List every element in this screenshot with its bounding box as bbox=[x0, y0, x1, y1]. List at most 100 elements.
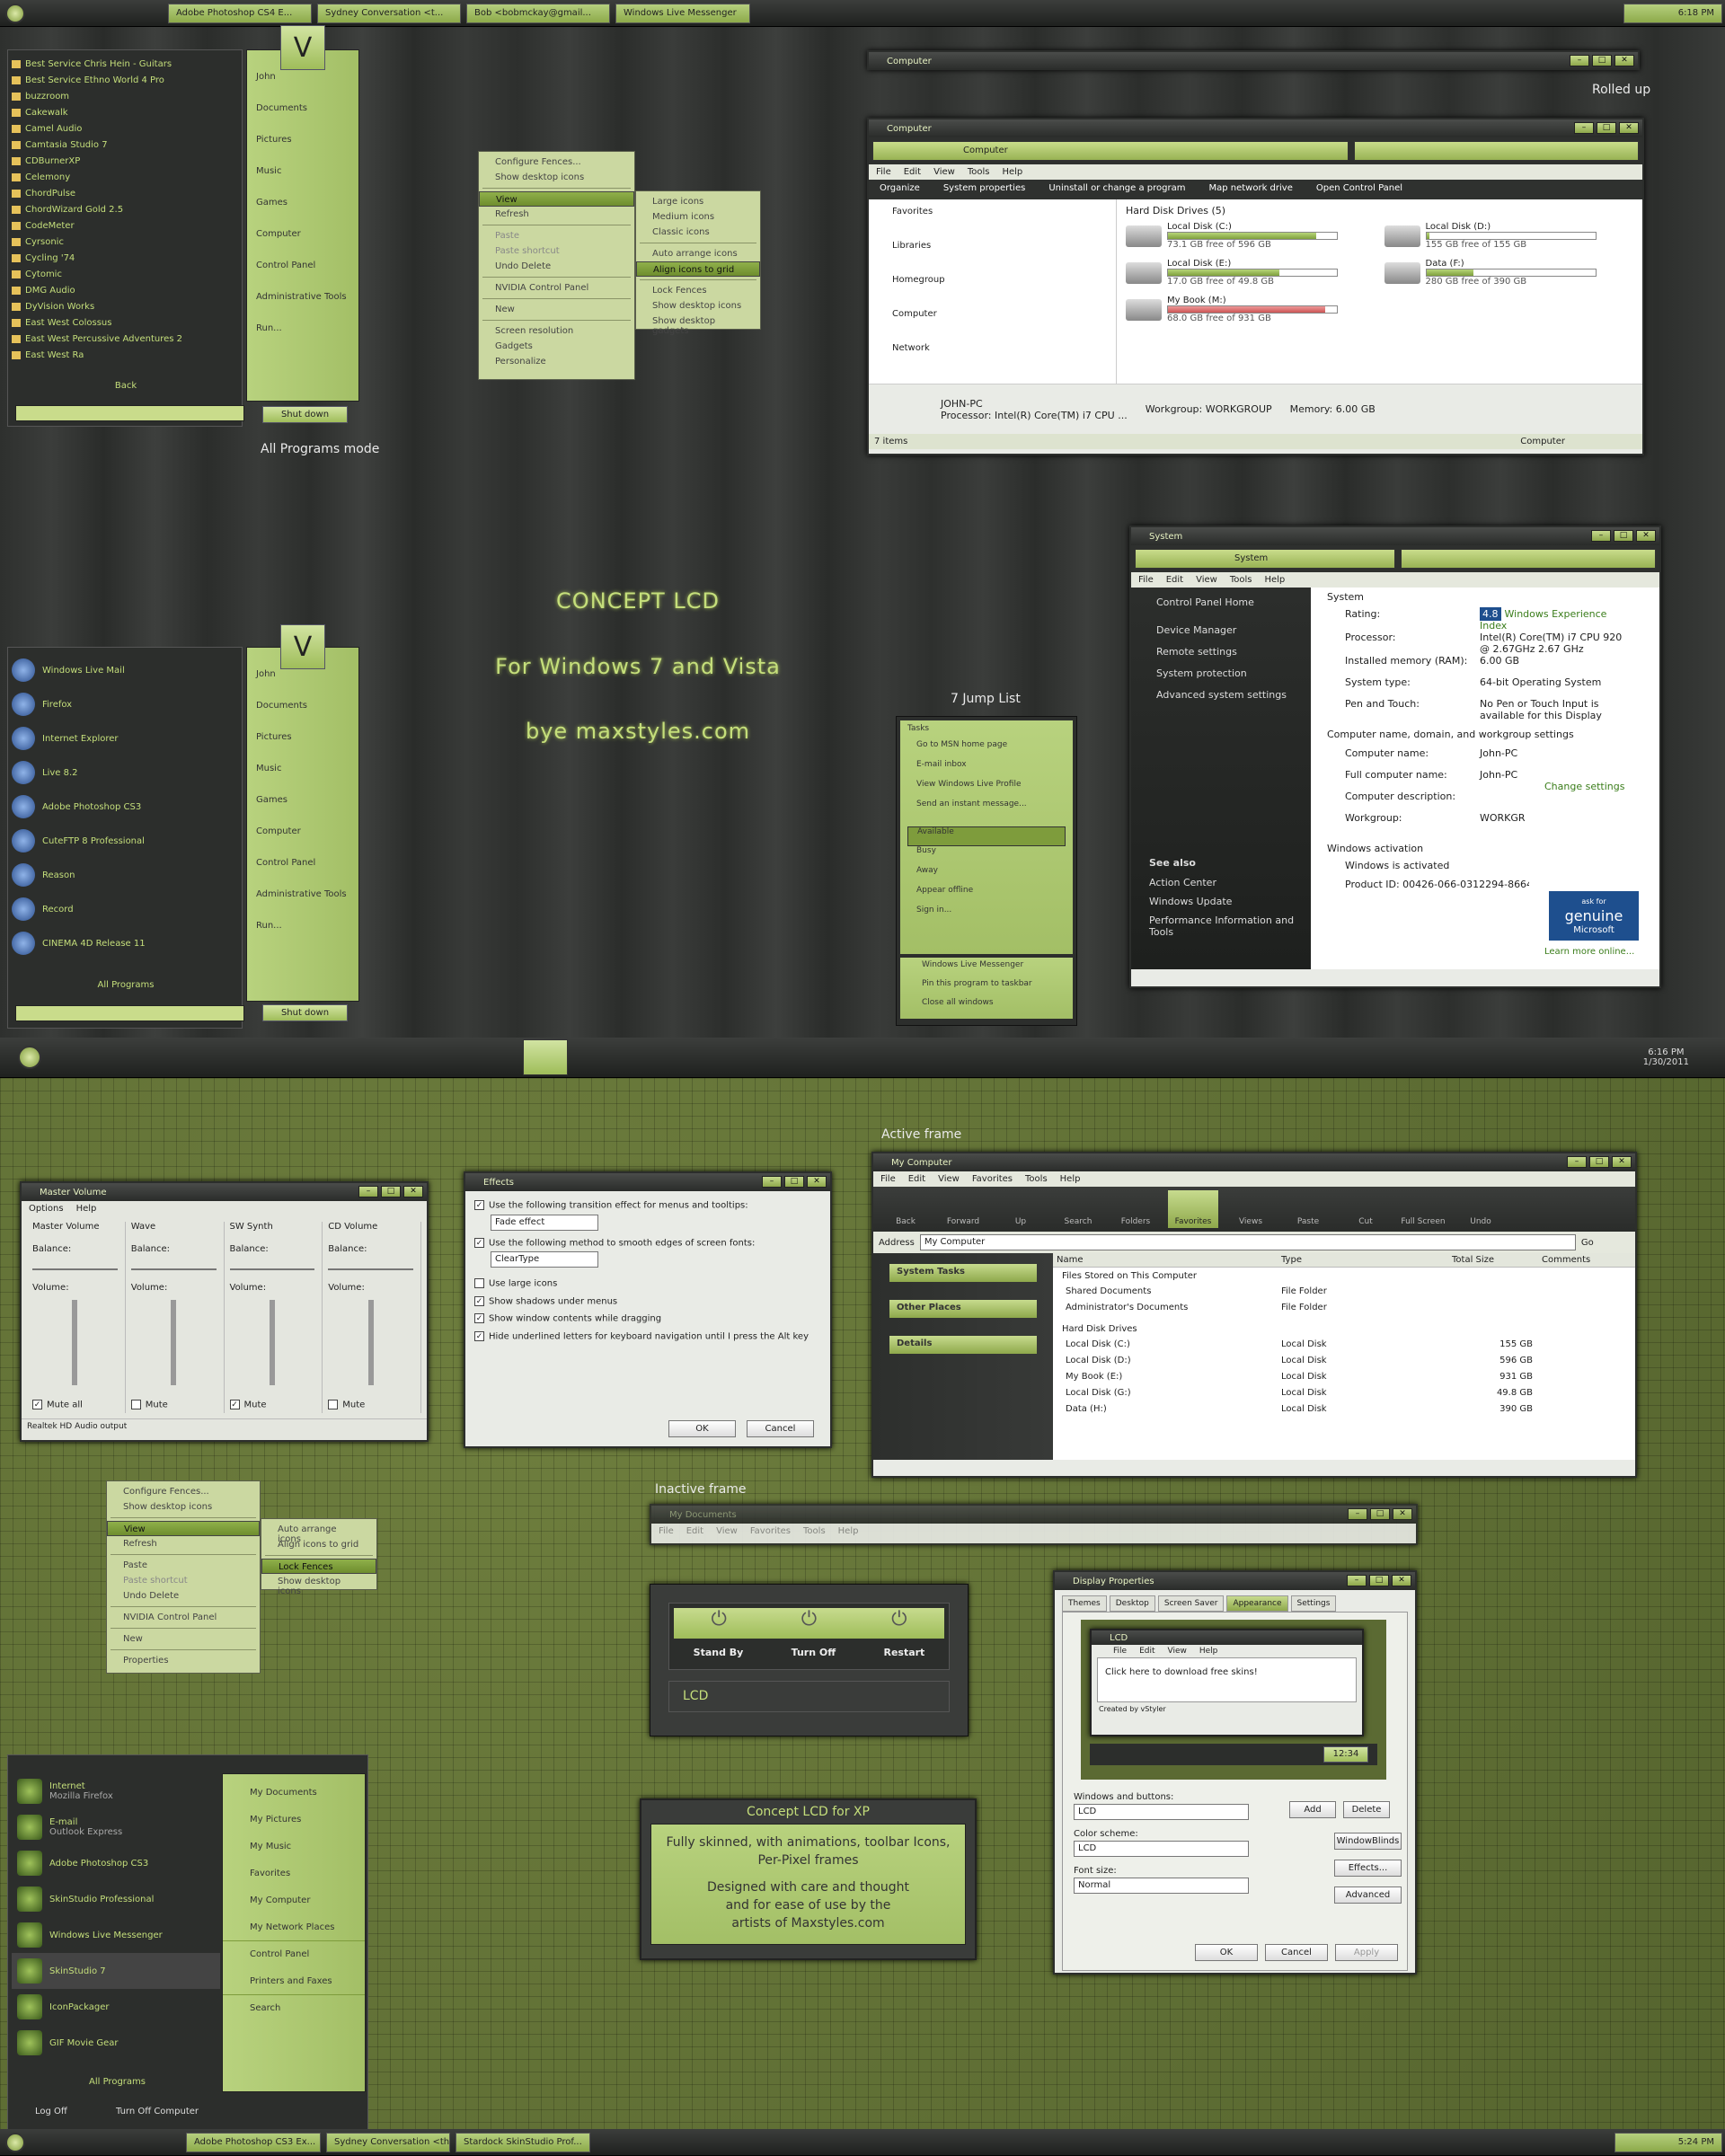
places-item[interactable]: My Computer bbox=[223, 1887, 365, 1914]
task-link[interactable]: Remote settings bbox=[1138, 646, 1304, 667]
mute-checkbox[interactable] bbox=[130, 1399, 141, 1409]
jump-item[interactable]: Busy bbox=[907, 846, 1066, 866]
start-orb[interactable] bbox=[5, 2132, 25, 2152]
list-row[interactable]: My Book (E:) Local Disk 931 GB bbox=[1053, 1370, 1635, 1386]
jump-bottom-item[interactable]: Pin this program to taskbar bbox=[907, 979, 1066, 998]
ok-button[interactable]: OK bbox=[668, 1420, 736, 1437]
task-panel-header[interactable]: System Tasks bbox=[889, 1264, 1037, 1282]
menu-item[interactable]: Edit bbox=[908, 1174, 925, 1184]
smoothing-select[interactable]: ClearType bbox=[491, 1251, 598, 1268]
menu-item[interactable]: Screen resolution bbox=[479, 323, 634, 339]
menu-item[interactable]: Help bbox=[1264, 575, 1285, 585]
toolbar-button[interactable]: System properties bbox=[943, 183, 1026, 196]
appearance-button[interactable]: Delete bbox=[1343, 1801, 1390, 1818]
pinned-program[interactable]: CuteFTP 8 Professional bbox=[12, 824, 242, 858]
toolbar-button[interactable]: Organize bbox=[880, 183, 920, 196]
start-right-item[interactable]: Run... bbox=[247, 313, 358, 344]
list-row[interactable]: Local Disk (C:) Local Disk 155 GB bbox=[1053, 1338, 1635, 1354]
clock-time[interactable]: 6:16 PM bbox=[1643, 1047, 1689, 1057]
task-link[interactable]: Device Manager bbox=[1138, 624, 1304, 646]
start-program[interactable]: Windows Live Messenger bbox=[12, 1917, 220, 1953]
list-row[interactable]: Shared Documents File Folder bbox=[1053, 1285, 1635, 1301]
program-item[interactable]: Cytomic bbox=[12, 266, 242, 282]
menu-item[interactable]: View bbox=[716, 1526, 738, 1536]
menu-item[interactable]: Help bbox=[838, 1526, 859, 1536]
toolbar-button[interactable]: Uninstall or change a program bbox=[1048, 183, 1185, 196]
menu-item[interactable]: Lock Fences bbox=[636, 283, 760, 298]
menu-item[interactable]: Edit bbox=[1166, 575, 1183, 585]
window-controls[interactable]: – □ ✕ bbox=[1567, 1156, 1632, 1168]
task-link[interactable]: Advanced system settings bbox=[1138, 689, 1304, 711]
taskbar-task[interactable]: Stardock SkinStudio Prof... bbox=[456, 2132, 590, 2152]
places-item[interactable]: My Music bbox=[223, 1833, 365, 1860]
transition-select[interactable]: Fade effect bbox=[491, 1214, 598, 1231]
menu-item[interactable]: Edit bbox=[686, 1526, 703, 1536]
column-header[interactable]: Total Size bbox=[1452, 1255, 1542, 1265]
toolbar-button[interactable]: Paste bbox=[1283, 1190, 1333, 1228]
jump-item[interactable]: E-mail inbox bbox=[907, 760, 1066, 780]
jump-item[interactable]: Go to MSN home page bbox=[907, 740, 1066, 760]
taskbar-task[interactable]: Bob <bobmckay@gmail... bbox=[466, 3, 610, 23]
start-orb[interactable] bbox=[18, 1046, 41, 1069]
checkbox[interactable]: ✓ bbox=[474, 1330, 484, 1341]
window-controls[interactable]: – □ ✕ bbox=[1348, 1508, 1412, 1520]
tab[interactable]: Appearance bbox=[1226, 1595, 1288, 1612]
see-also-link[interactable]: Windows Update bbox=[1149, 896, 1302, 907]
nav-item[interactable]: Computer bbox=[874, 309, 1110, 343]
address-input[interactable]: My Computer bbox=[919, 1234, 1576, 1250]
program-item[interactable]: DyVision Works bbox=[12, 298, 242, 314]
program-item[interactable]: Celemony bbox=[12, 169, 242, 185]
menu-item[interactable]: Paste shortcut bbox=[107, 1573, 260, 1588]
power-icon[interactable]: ⏻ bbox=[891, 1608, 907, 1639]
menu-item[interactable]: Paste shortcut bbox=[479, 243, 634, 259]
menu-item[interactable]: Configure Fences... bbox=[107, 1484, 260, 1499]
start-right-item[interactable]: Documents bbox=[247, 93, 358, 124]
task-panel-header[interactable]: Details bbox=[889, 1336, 1037, 1354]
mute-checkbox[interactable] bbox=[328, 1399, 339, 1409]
window-controls[interactable]: – □ ✕ bbox=[762, 1176, 827, 1188]
tab[interactable]: Screen Saver bbox=[1157, 1595, 1225, 1612]
list-row[interactable]: Local Disk (G:) Local Disk 49.8 GB bbox=[1053, 1386, 1635, 1402]
column-header[interactable]: Type bbox=[1281, 1255, 1452, 1265]
start-program[interactable]: Adobe Photoshop CS3 bbox=[12, 1845, 220, 1881]
drive-item[interactable]: Local Disk (E:) 17.0 GB free of 49.8 GB bbox=[1126, 259, 1376, 287]
program-item[interactable]: CodeMeter bbox=[12, 217, 242, 234]
menu-item[interactable]: File bbox=[876, 167, 891, 177]
logoff-button[interactable]: Log Off bbox=[35, 2107, 67, 2116]
tab[interactable]: Themes bbox=[1062, 1595, 1107, 1612]
pinned-program[interactable]: Windows Live Mail bbox=[12, 653, 242, 687]
menu-item[interactable]: Refresh bbox=[107, 1536, 260, 1551]
places-item[interactable]: Search bbox=[223, 1995, 365, 2022]
menu-item[interactable]: View bbox=[933, 167, 955, 177]
menu-item[interactable]: Undo Delete bbox=[107, 1588, 260, 1604]
clock[interactable]: 5:24 PM bbox=[1614, 2132, 1722, 2152]
menu-item[interactable]: Help bbox=[1002, 167, 1022, 177]
taskbar-task[interactable]: Windows Live Messenger bbox=[615, 3, 750, 23]
start-right-item[interactable]: Games bbox=[247, 784, 358, 816]
pinned-program[interactable]: Live 8.2 bbox=[12, 755, 242, 790]
program-item[interactable]: Cakewalk bbox=[12, 104, 242, 120]
menu-item[interactable]: Auto arrange icons bbox=[261, 1522, 376, 1544]
places-item[interactable]: My Documents bbox=[223, 1780, 365, 1807]
messenger-task-icon[interactable] bbox=[523, 1039, 568, 1075]
taskbar-task[interactable]: Adobe Photoshop CS4 E... bbox=[168, 3, 312, 23]
turnoff-button[interactable]: Turn Off Computer bbox=[116, 2107, 199, 2116]
toolbar-button[interactable]: Favorites bbox=[1168, 1190, 1218, 1228]
go-button[interactable]: Go bbox=[1581, 1238, 1594, 1248]
menu-item[interactable]: Options bbox=[29, 1204, 64, 1214]
places-item[interactable]: Printers and Faxes bbox=[223, 1968, 365, 1995]
start-right-item[interactable]: Computer bbox=[247, 218, 358, 250]
menu-item[interactable]: NVIDIA Control Panel bbox=[107, 1610, 260, 1625]
menu-item[interactable]: Show desktop icons bbox=[261, 1574, 376, 1596]
menu-item[interactable]: Auto arrange icons bbox=[636, 246, 760, 261]
menu-item[interactable]: Paste bbox=[479, 228, 634, 243]
appearance-button[interactable]: Effects... bbox=[1334, 1860, 1402, 1877]
taskbar-task[interactable]: Adobe Photoshop CS3 Ex... bbox=[186, 2132, 321, 2152]
list-row[interactable]: Administrator's Documents File Folder bbox=[1053, 1301, 1635, 1317]
menu-item[interactable]: Help bbox=[76, 1204, 97, 1214]
volume-slider[interactable] bbox=[171, 1300, 177, 1385]
cancel-button[interactable]: Cancel bbox=[1265, 1944, 1328, 1961]
menu-item[interactable]: Properties bbox=[107, 1653, 260, 1668]
menu-item[interactable]: File bbox=[1138, 575, 1154, 585]
task-link[interactable]: System protection bbox=[1138, 667, 1304, 689]
